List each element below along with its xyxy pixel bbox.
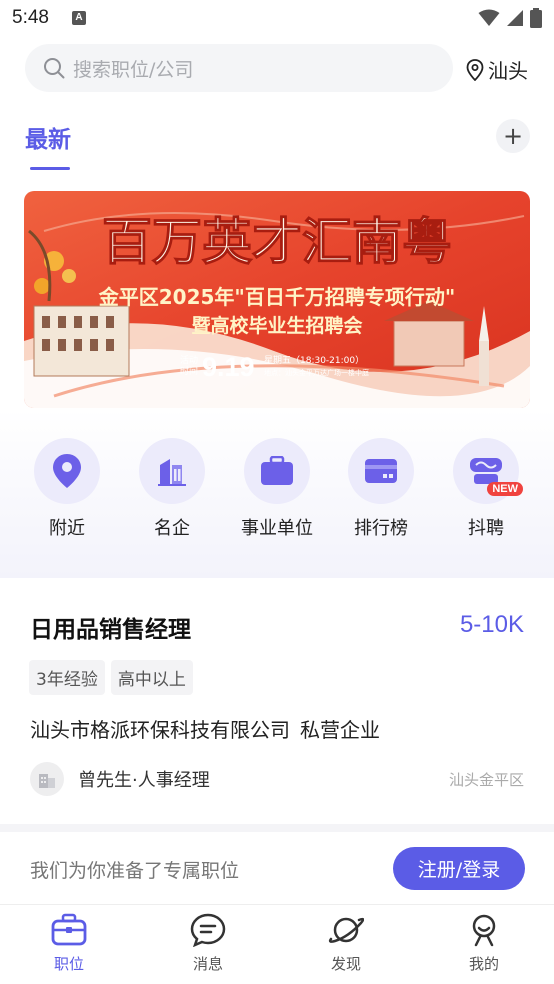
- nav-messages[interactable]: 消息: [158, 913, 258, 974]
- status-bar: 5:48 A: [0, 0, 554, 38]
- job-tags: 3年经验 高中以上: [29, 660, 193, 695]
- quick-link-public-institutions[interactable]: 事业单位: [227, 438, 327, 540]
- quick-link-label: 事业单位: [241, 518, 313, 539]
- banner-headline: 百万英才汇南粤: [102, 212, 452, 271]
- nav-jobs[interactable]: 职位: [19, 913, 119, 974]
- nav-label: 我的: [468, 955, 499, 973]
- job-tag: 高中以上: [110, 660, 193, 695]
- signal-icon: [507, 10, 523, 26]
- company-name: 汕头市格派环保科技有限公司: [30, 718, 290, 742]
- banner-time-label-2: 时间: [180, 365, 198, 377]
- tab-underline: [30, 167, 70, 170]
- job-salary: 5-10K: [459, 611, 524, 638]
- feed-tabs: 最新 +: [0, 112, 554, 172]
- quick-link-label: 附近: [49, 518, 85, 539]
- recruiter-name: 曾先生·人事经理: [78, 770, 210, 791]
- company-info: 汕头市格派环保科技有限公司 私营企业: [30, 714, 380, 743]
- banner-time-label-1: 活动: [180, 354, 198, 366]
- notification-icon: A: [72, 11, 86, 25]
- job-tag: 3年经验: [29, 660, 105, 695]
- banner-weekday-time: 星期五（18:30-21:00）: [264, 355, 364, 366]
- divider: [0, 824, 554, 832]
- banner-venue: 地点：汕头金平万达广场一楼中庭: [264, 368, 369, 377]
- promo-banner[interactable]: 百万英才汇南粤 金平区2025年"百日千万招聘专项行动" 暨高校毕业生招聘会 活…: [24, 191, 530, 408]
- login-prompt-bar: 我们为你准备了专属职位 注册/登录: [0, 832, 554, 904]
- location-selector[interactable]: 汕头: [466, 55, 528, 84]
- register-login-button[interactable]: 注册/登录: [393, 847, 525, 890]
- quick-link-label: 抖聘: [468, 518, 504, 539]
- avatar: [30, 762, 64, 796]
- banner-subtitle-2: 暨高校毕业生招聘会: [191, 314, 362, 337]
- nav-label: 消息: [192, 955, 223, 973]
- job-card[interactable]: 日用品销售经理 5-10K 3年经验 高中以上 汕头市格派环保科技有限公司 私营企…: [0, 578, 554, 828]
- status-indicators: [478, 8, 542, 28]
- job-title: 日用品销售经理: [30, 617, 191, 643]
- quick-link-famous-companies[interactable]: 名企: [122, 438, 222, 540]
- quick-link-douyin-recruit[interactable]: NEW 抖聘: [436, 438, 536, 540]
- card-icon: [365, 459, 397, 483]
- banner-subtitle-1: 金平区2025年"百日千万招聘专项行动": [98, 285, 456, 309]
- quick-link-label: 排行榜: [354, 518, 408, 539]
- briefcase-icon: [261, 456, 293, 485]
- search-input[interactable]: 搜索职位/公司: [25, 44, 453, 92]
- location-city: 汕头: [488, 59, 528, 83]
- search-icon: [44, 58, 65, 79]
- message-icon: [190, 913, 226, 948]
- recruiter-info: 曾先生·人事经理: [30, 762, 210, 796]
- nav-profile[interactable]: 我的: [434, 913, 534, 974]
- quick-link-rankings[interactable]: 排行榜: [331, 438, 431, 540]
- search-row: 搜索职位/公司 汕头: [0, 44, 554, 94]
- nav-discover[interactable]: 发现: [296, 913, 396, 974]
- location-pin-icon: [53, 454, 81, 488]
- nav-label: 职位: [53, 955, 84, 973]
- nav-label: 发现: [330, 955, 361, 973]
- battery-icon: [530, 8, 542, 28]
- planet-icon: [328, 917, 365, 943]
- briefcase-nav-icon: [51, 913, 87, 946]
- banner-graphic: 百万英才汇南粤 金平区2025年"百日千万招聘专项行动" 暨高校毕业生招聘会 活…: [24, 191, 530, 408]
- wifi-icon: [478, 9, 500, 26]
- company-type: 私营企业: [300, 718, 380, 742]
- add-tab-button[interactable]: +: [496, 119, 530, 153]
- quick-link-nearby[interactable]: 附近: [17, 438, 117, 540]
- profile-icon: [472, 914, 496, 947]
- quick-links: 附近 名企 事业单位 排行榜 NEW 抖聘: [0, 408, 554, 578]
- banner-date: 9.19: [202, 352, 255, 382]
- bottom-nav: 职位 消息 发现 我的: [0, 904, 554, 984]
- building-icon: [158, 459, 186, 486]
- location-pin-small-icon: [466, 58, 484, 81]
- search-placeholder: 搜索职位/公司: [73, 58, 194, 81]
- company-avatar-icon: [39, 774, 55, 788]
- job-location: 汕头金平区: [448, 771, 524, 789]
- quick-link-label: 名企: [154, 518, 190, 539]
- login-prompt-text: 我们为你准备了专属职位: [30, 860, 240, 882]
- status-time: 5:48: [12, 7, 49, 28]
- new-badge: NEW: [487, 482, 523, 496]
- tab-latest[interactable]: 最新: [25, 120, 71, 154]
